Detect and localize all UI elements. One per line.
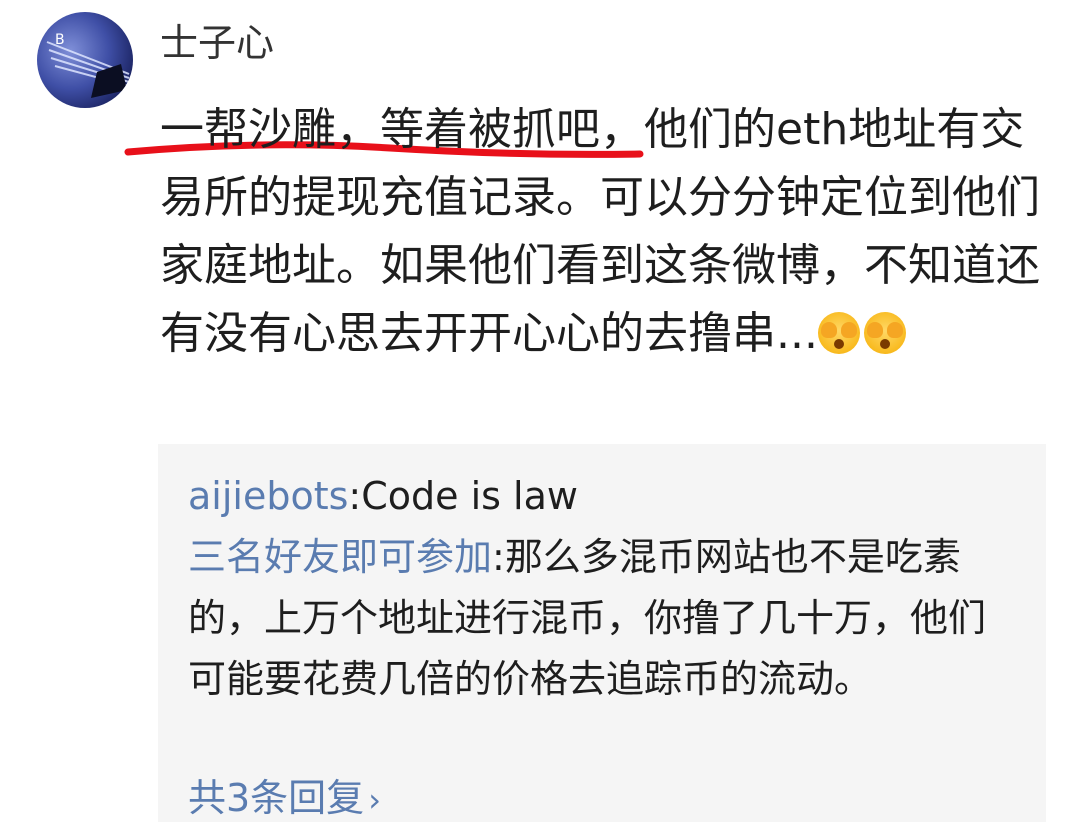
reply-user-link[interactable]: aijiebots [188, 474, 348, 518]
chevron-right-icon: › [368, 781, 381, 819]
svg-text:B: B [55, 32, 65, 48]
comment-text: 一帮沙雕，等着被抓吧，他们的eth地址有交易所的提现充值记录。可以分分钟定位到他… [160, 104, 1040, 359]
reply-item: aijiebots:Code is law [188, 466, 1018, 527]
more-replies-label: 共3条回复 [188, 776, 365, 820]
avatar[interactable]: B [37, 12, 133, 108]
covering-eyes-emoji [863, 312, 906, 354]
avatar-image: B [46, 32, 130, 98]
reply-user-link[interactable]: 三名好友即可参加 [188, 535, 492, 579]
reply-text: :Code is law [348, 474, 578, 518]
comment-body: 一帮沙雕，等着被抓吧，他们的eth地址有交易所的提现充值记录。可以分分钟定位到他… [160, 96, 1040, 368]
covering-eyes-emoji [817, 312, 860, 354]
emoji-group [817, 312, 906, 354]
view-more-replies-link[interactable]: 共3条回复 › [188, 770, 381, 828]
comment-author[interactable]: 士子心 [160, 18, 274, 68]
reply-item: 三名好友即可参加:那么多混币网站也不是吃素的，上万个地址进行混币，你撸了几十万，… [188, 527, 1018, 710]
